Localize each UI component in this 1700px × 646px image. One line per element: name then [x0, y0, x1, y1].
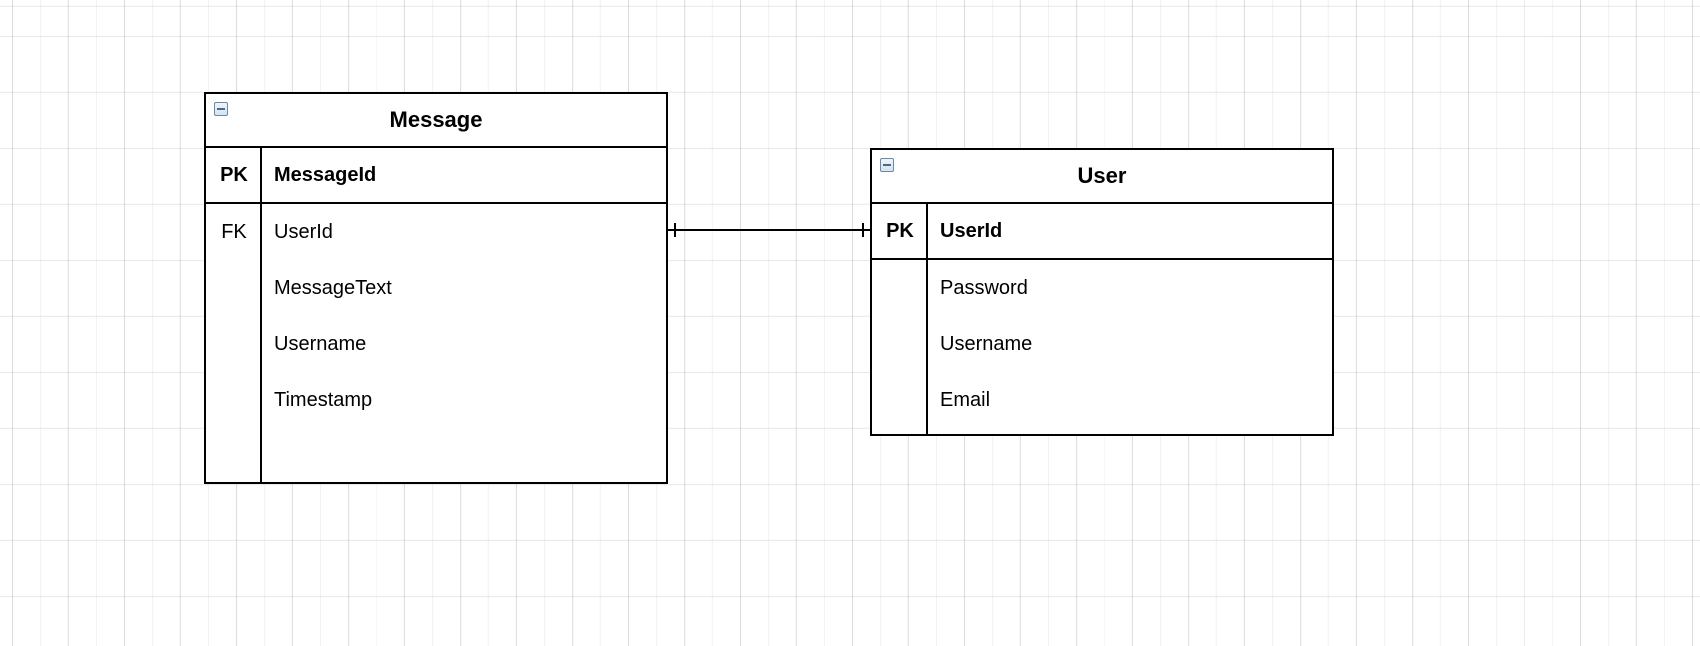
attr-field: MessageText: [262, 260, 666, 316]
entity-user-attr-row: Password: [872, 260, 1332, 316]
collapse-icon[interactable]: [214, 102, 228, 116]
entity-user-attr-row: Username: [872, 316, 1332, 372]
entity-message-header[interactable]: Message: [206, 94, 666, 148]
entity-message-body: PK MessageId FK UserId MessageText Usern…: [206, 148, 666, 484]
pk-field: MessageId: [262, 148, 666, 202]
entity-user[interactable]: User PK UserId Password Username Email: [870, 148, 1334, 436]
attr-field: Email: [928, 372, 1332, 428]
attr-field: Password: [928, 260, 1332, 316]
attr-field: Timestamp: [262, 372, 666, 428]
entity-message[interactable]: Message PK MessageId FK UserId MessageTe…: [204, 92, 668, 484]
entity-user-attr-row: Email: [872, 372, 1332, 428]
entity-message-pk-row: PK MessageId: [206, 148, 666, 204]
entity-user-body: PK UserId Password Username Email: [872, 204, 1332, 436]
connector-tick-left: [674, 223, 676, 237]
attr-field: Username: [928, 316, 1332, 372]
collapse-icon[interactable]: [880, 158, 894, 172]
relationship-connector: [668, 229, 870, 231]
attr-spacer: [206, 428, 666, 468]
entity-message-title: Message: [390, 107, 483, 133]
pk-field: UserId: [928, 204, 1332, 258]
entity-message-attr-row: FK UserId: [206, 204, 666, 260]
entity-message-keycol: [206, 148, 262, 484]
attr-field: Username: [262, 316, 666, 372]
entity-user-header[interactable]: User: [872, 150, 1332, 204]
entity-user-pk-row: PK UserId: [872, 204, 1332, 260]
entity-user-title: User: [1078, 163, 1127, 189]
entity-message-attr-row: Username: [206, 316, 666, 372]
entity-message-attr-row: MessageText: [206, 260, 666, 316]
entity-user-keycol: [872, 204, 928, 436]
attr-field: UserId: [262, 204, 666, 260]
entity-message-attr-row: Timestamp: [206, 372, 666, 428]
connector-tick-right: [862, 223, 864, 237]
